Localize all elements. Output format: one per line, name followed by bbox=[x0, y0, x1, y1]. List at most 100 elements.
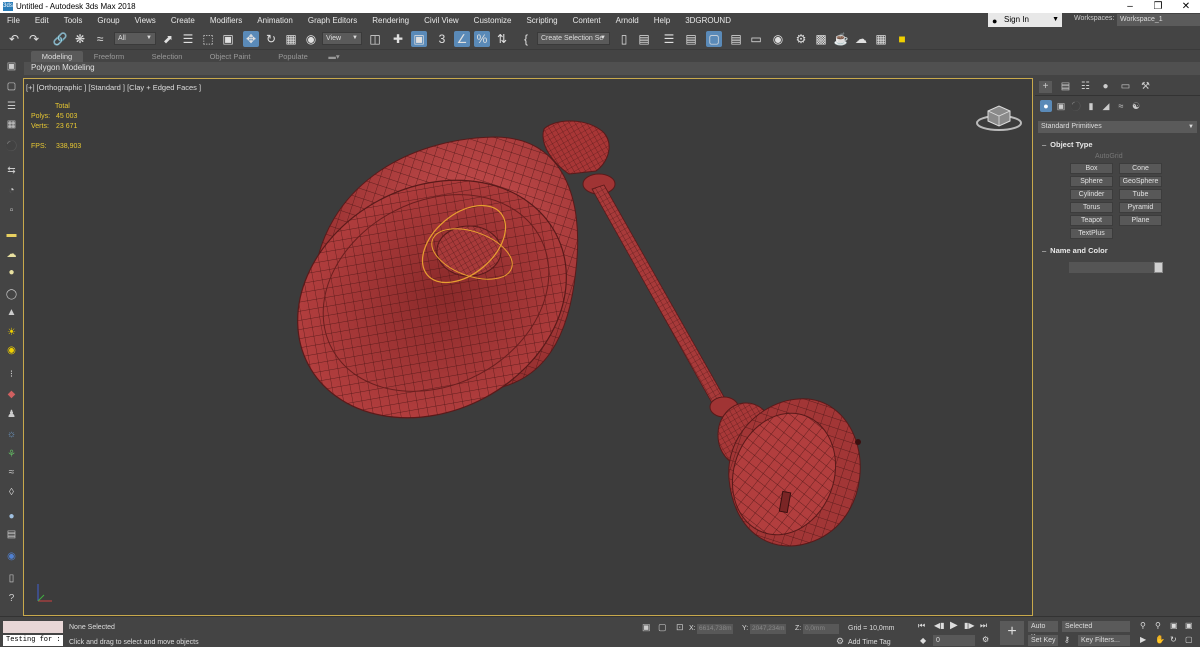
orbit-icon[interactable]: ↻ bbox=[1170, 635, 1177, 644]
menu-file[interactable]: File bbox=[0, 13, 28, 28]
next-frame-icon[interactable]: ▮▶ bbox=[964, 621, 975, 630]
character-icon[interactable]: ♟ bbox=[4, 408, 19, 421]
motion-tab-icon[interactable]: ● bbox=[1099, 81, 1112, 93]
select-move-icon[interactable]: ✥ bbox=[243, 31, 259, 47]
time-config-icon[interactable]: ⚙ bbox=[982, 635, 989, 644]
sphere-button[interactable]: Sphere bbox=[1070, 176, 1113, 187]
render-setup-icon[interactable]: ⚙ bbox=[793, 31, 809, 47]
previous-frame-icon[interactable]: ◀▮ bbox=[934, 621, 945, 630]
textplus-button[interactable]: TextPlus bbox=[1070, 228, 1113, 239]
menu-content[interactable]: Content bbox=[566, 13, 609, 28]
sun-icon[interactable]: ☀ bbox=[4, 326, 19, 339]
teapot-button[interactable]: Teapot bbox=[1070, 215, 1113, 226]
select-by-name-icon[interactable]: ☰ bbox=[180, 31, 196, 47]
add-button[interactable]: + bbox=[1000, 621, 1024, 645]
y-coordinate-field[interactable]: 2047,234m bbox=[750, 624, 786, 634]
autogrid-checkbox[interactable]: AutoGrid bbox=[1095, 153, 1123, 160]
systems-category-icon[interactable]: ☯ bbox=[1130, 100, 1142, 112]
zoom-extents-all-icon[interactable]: ▣ bbox=[1185, 621, 1193, 630]
add-time-tag[interactable]: Add Time Tag bbox=[848, 639, 891, 646]
set-key-button[interactable]: Set Key bbox=[1028, 635, 1058, 646]
render-icon[interactable]: ◉ bbox=[4, 550, 19, 563]
selection-filter-dropdown[interactable]: All ▼ bbox=[114, 32, 156, 45]
reference-coordinate-dropdown[interactable]: View ▼ bbox=[322, 32, 362, 45]
space-warps-category-icon[interactable]: ≈ bbox=[1115, 100, 1127, 112]
align-icon[interactable]: ▤ bbox=[636, 31, 652, 47]
perspective-viewport[interactable]: [+] [Orthographic ] [Standard ] [Clay + … bbox=[23, 78, 1033, 616]
bind-space-warp-icon[interactable]: ≈ bbox=[92, 31, 108, 47]
snaps-toggle-icon[interactable]: 3 bbox=[434, 31, 450, 47]
viewport-layout-icon[interactable]: ▣ bbox=[4, 60, 19, 73]
rendered-frame-window-icon[interactable]: ▩ bbox=[813, 31, 829, 47]
utilities-tab-icon[interactable]: ⚒ bbox=[1139, 81, 1152, 93]
scene-explorer-icon[interactable]: ☰ bbox=[661, 31, 677, 47]
phone-icon[interactable]: ▯ bbox=[4, 572, 19, 585]
menu-create[interactable]: Create bbox=[164, 13, 203, 28]
box-button[interactable]: Box bbox=[1070, 163, 1113, 174]
list-icon[interactable]: ☰ bbox=[4, 100, 19, 113]
key-mode-icon[interactable]: ◆ bbox=[920, 636, 926, 645]
mirror-icon[interactable]: ▯ bbox=[616, 31, 632, 47]
menu-arnold[interactable]: Arnold bbox=[609, 13, 647, 28]
lights-category-icon[interactable]: ⚫ bbox=[1070, 100, 1082, 112]
create-tab-icon[interactable]: + bbox=[1039, 81, 1052, 93]
select-icon[interactable]: ▢ bbox=[4, 80, 19, 93]
named-selection-dropdown[interactable]: Create Selection Se ▼ bbox=[537, 32, 610, 45]
cloud-icon[interactable]: ☁ bbox=[4, 248, 19, 261]
dynamics-icon[interactable]: ◆ bbox=[4, 388, 19, 401]
ribbon-toggle-icon[interactable]: ▢ bbox=[706, 31, 722, 47]
auto-key-button[interactable]: Auto Key bbox=[1028, 621, 1058, 641]
isolate-icon[interactable]: ▢ bbox=[658, 622, 667, 633]
sphere-icon[interactable]: ● bbox=[4, 266, 19, 279]
layer-explorer-icon[interactable]: ▤ bbox=[683, 31, 699, 47]
object-type-rollout[interactable]: – Object Type bbox=[1038, 139, 1197, 151]
menu-tools[interactable]: Tools bbox=[57, 13, 91, 28]
z-coordinate-field[interactable]: 0,0mm bbox=[803, 624, 839, 634]
select-rotate-icon[interactable]: ↻ bbox=[263, 31, 279, 47]
percent-snap-icon[interactable]: % bbox=[474, 31, 490, 47]
schematic-view-icon[interactable]: ▭ bbox=[748, 31, 764, 47]
help-icon[interactable]: ? bbox=[4, 592, 19, 605]
key-filters-button[interactable]: Key Filters... bbox=[1078, 635, 1130, 646]
menu-group[interactable]: Group bbox=[90, 13, 127, 28]
particles-icon[interactable]: ⁝ bbox=[4, 368, 19, 381]
link-icon[interactable]: 🔗 bbox=[52, 31, 68, 47]
tube-button[interactable]: Tube bbox=[1119, 189, 1162, 200]
cylinder-button[interactable]: Cylinder bbox=[1070, 189, 1113, 200]
torus-button[interactable]: Torus bbox=[1070, 202, 1113, 213]
cameras-category-icon[interactable]: ▮ bbox=[1085, 100, 1097, 112]
display-tab-icon[interactable]: ▭ bbox=[1119, 81, 1132, 93]
material-ball-icon[interactable]: ● bbox=[4, 510, 19, 523]
render-in-cloud-icon[interactable]: ☁ bbox=[853, 31, 869, 47]
cone-icon[interactable]: ▲ bbox=[4, 306, 19, 319]
curve-editor-icon[interactable]: ▤ bbox=[728, 31, 744, 47]
absolute-mode-icon[interactable]: ⊡ bbox=[676, 622, 684, 633]
key-mode-dropdown[interactable]: Selected bbox=[1062, 621, 1130, 632]
dome-light-icon[interactable]: ◉ bbox=[4, 344, 19, 357]
viewcube-icon[interactable] bbox=[974, 97, 1024, 133]
manipulate-icon[interactable]: ✚ bbox=[390, 31, 406, 47]
tab-populate[interactable]: Populate bbox=[270, 51, 316, 62]
zoom-extents-icon[interactable]: ▣ bbox=[1170, 621, 1178, 630]
angle-snap-icon[interactable]: ∠ bbox=[454, 31, 470, 47]
undo-icon[interactable]: ↶ bbox=[6, 31, 22, 47]
go-to-end-icon[interactable]: ⏭ bbox=[980, 621, 987, 631]
material-editor-icon[interactable]: ◉ bbox=[770, 31, 786, 47]
menu-animation[interactable]: Animation bbox=[250, 13, 301, 28]
object-name-field[interactable] bbox=[1069, 262, 1155, 273]
menu-customize[interactable]: Customize bbox=[467, 13, 520, 28]
pan-icon[interactable]: ✋ bbox=[1155, 635, 1165, 644]
select-place-icon[interactable]: ◉ bbox=[303, 31, 319, 47]
menu-edit[interactable]: Edit bbox=[28, 13, 57, 28]
globe-icon[interactable]: ☼ bbox=[4, 428, 19, 441]
modify-tab-icon[interactable]: ▤ bbox=[1059, 81, 1072, 93]
texture-icon[interactable]: ▤ bbox=[4, 528, 19, 541]
zoom-all-icon[interactable]: ⚲ bbox=[1155, 621, 1161, 630]
helpers-category-icon[interactable]: ◢ bbox=[1100, 100, 1112, 112]
menu-rendering[interactable]: Rendering bbox=[365, 13, 417, 28]
menu-scripting[interactable]: Scripting bbox=[519, 13, 565, 28]
pyramid-button[interactable]: Pyramid bbox=[1119, 202, 1162, 213]
menu-graph-editors[interactable]: Graph Editors bbox=[301, 13, 365, 28]
current-frame-field[interactable]: 0 bbox=[933, 635, 975, 646]
name-and-color-rollout[interactable]: – Name and Color bbox=[1038, 245, 1197, 257]
